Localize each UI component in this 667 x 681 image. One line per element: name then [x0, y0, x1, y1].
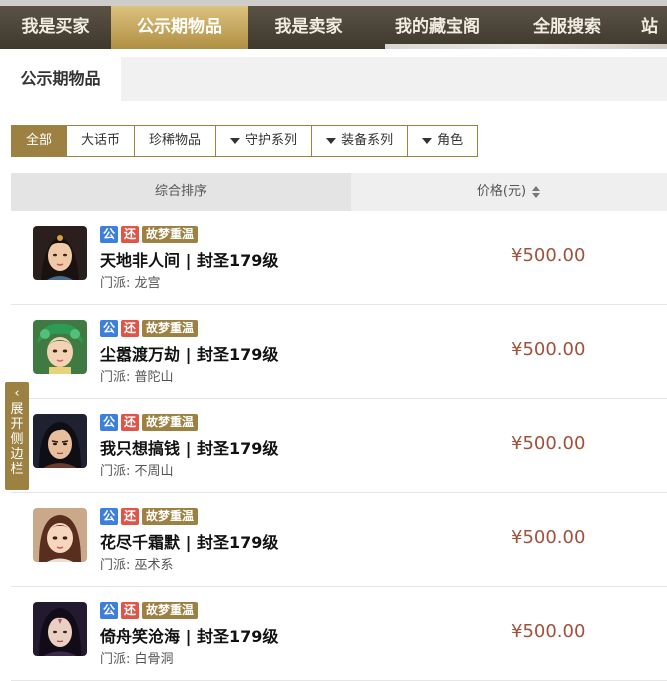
table-row[interactable]: 公 还 故梦重温 倚舟笑沧海 | 封圣179级 门派: 白骨洞 ¥500.00 — [11, 587, 667, 681]
public-badge: 公 — [100, 602, 119, 619]
sort-icon — [532, 185, 541, 198]
table-row[interactable]: 公 还 故梦重温 花尽千霜默 | 封圣179级 门派: 巫术系 ¥500.00 — [11, 493, 667, 587]
character-name[interactable]: 花尽千霜默 | 封圣179级 — [100, 529, 278, 553]
return-badge: 还 — [121, 320, 140, 337]
filter-guardian-series[interactable]: 守护系列 — [215, 126, 311, 156]
public-badge: 公 — [100, 226, 119, 243]
public-badge: 公 — [100, 414, 119, 431]
character-sect: 门派: 白骨洞 — [100, 652, 174, 667]
item-price: ¥500.00 — [511, 527, 586, 548]
character-name[interactable]: 尘嚣渡万劫 | 封圣179级 — [100, 341, 278, 365]
subtab-row: 公示期物品 — [0, 57, 667, 101]
table-row[interactable]: 公 还 故梦重温 我只想搞钱 | 封圣179级 门派: 不周山 ¥500.00 — [11, 399, 667, 493]
character-avatar — [33, 414, 87, 468]
table-header: 综合排序 价格(元) — [11, 173, 667, 211]
filter-label: 角色 — [437, 133, 464, 148]
character-sect: 门派: 龙宫 — [100, 276, 161, 291]
server-badge: 故梦重温 — [142, 414, 199, 431]
filter-label: 装备系列 — [341, 133, 394, 148]
table-row[interactable]: 公 还 故梦重温 天地非人间 | 封圣179级 门派: 龙宫 ¥500.00 — [11, 211, 667, 305]
sort-price-header[interactable]: 价格(元) — [351, 173, 667, 211]
avatar-portrait-icon — [33, 226, 87, 280]
nav-tab-buyer[interactable]: 我是买家 — [0, 6, 111, 49]
item-price: ¥500.00 — [511, 433, 586, 454]
character-name[interactable]: 倚舟笑沧海 | 封圣179级 — [100, 623, 278, 647]
nav-tab-seller[interactable]: 我是卖家 — [248, 6, 369, 49]
top-navigation: 我是买家 公示期物品 我是卖家 我的藏宝阁 全服搜索 站 — [0, 0, 667, 49]
caret-down-icon — [230, 137, 241, 144]
nav-tab-my-treasure[interactable]: 我的藏宝阁 — [369, 6, 506, 49]
expand-sidebar-label: 展开侧边栏 — [10, 402, 24, 477]
expand-sidebar-button[interactable]: ‹ 展开侧边栏 — [5, 382, 29, 490]
avatar-portrait-icon — [33, 602, 87, 656]
filter-label: 守护系列 — [245, 133, 298, 148]
filter-rare-items[interactable]: 珍稀物品 — [134, 126, 215, 156]
item-price: ¥500.00 — [511, 339, 586, 360]
character-sect: 门派: 不周山 — [100, 464, 174, 479]
character-avatar — [33, 508, 87, 562]
return-badge: 还 — [121, 226, 140, 243]
category-filter-bar: 全部 大话币 珍稀物品 守护系列 装备系列 角色 — [11, 125, 479, 157]
avatar-portrait-icon — [33, 414, 87, 468]
filter-character[interactable]: 角色 — [407, 126, 477, 156]
return-badge: 还 — [121, 602, 140, 619]
return-badge: 还 — [121, 508, 140, 525]
row-badges: 公 还 故梦重温 — [100, 414, 199, 431]
character-name[interactable]: 我只想搞钱 | 封圣179级 — [100, 435, 278, 459]
item-list: 公 还 故梦重温 天地非人间 | 封圣179级 门派: 龙宫 ¥500.00 公… — [11, 211, 667, 681]
row-badges: 公 还 故梦重温 — [100, 508, 199, 525]
server-badge: 故梦重温 — [142, 320, 199, 337]
public-badge: 公 — [100, 320, 119, 337]
row-badges: 公 还 故梦重温 — [100, 602, 199, 619]
character-avatar — [33, 602, 87, 656]
server-badge: 故梦重温 — [142, 226, 199, 243]
caret-down-icon — [422, 137, 433, 144]
nav-tab-public-items[interactable]: 公示期物品 — [111, 6, 248, 49]
item-price: ¥500.00 — [511, 621, 586, 642]
character-avatar — [33, 226, 87, 280]
character-name[interactable]: 天地非人间 | 封圣179级 — [100, 247, 278, 271]
server-badge: 故梦重温 — [142, 602, 199, 619]
chevron-left-icon: ‹ — [14, 386, 20, 401]
row-badges: 公 还 故梦重温 — [100, 320, 199, 337]
row-badges: 公 还 故梦重温 — [100, 226, 199, 243]
character-avatar — [33, 320, 87, 374]
public-badge: 公 — [100, 508, 119, 525]
avatar-portrait-icon — [33, 320, 87, 374]
return-badge: 还 — [121, 414, 140, 431]
character-sect: 门派: 普陀山 — [100, 370, 174, 385]
server-badge: 故梦重温 — [142, 508, 199, 525]
filter-all[interactable]: 全部 — [12, 126, 67, 156]
character-sect: 门派: 巫术系 — [100, 558, 174, 573]
sort-default-header[interactable]: 综合排序 — [11, 173, 351, 211]
filter-currency[interactable]: 大话币 — [66, 126, 134, 156]
table-row[interactable]: 公 还 故梦重温 尘嚣渡万劫 | 封圣179级 门派: 普陀山 ¥500.00 — [11, 305, 667, 399]
avatar-portrait-icon — [33, 508, 87, 562]
filter-equipment-series[interactable]: 装备系列 — [311, 126, 407, 156]
subtab-public-items[interactable]: 公示期物品 — [0, 57, 121, 101]
caret-down-icon — [326, 137, 337, 144]
price-header-label: 价格(元) — [476, 184, 527, 199]
nav-tab-partial[interactable]: 站 — [641, 6, 667, 49]
item-price: ¥500.00 — [511, 245, 586, 266]
nav-tab-global-search[interactable]: 全服搜索 — [506, 6, 628, 49]
